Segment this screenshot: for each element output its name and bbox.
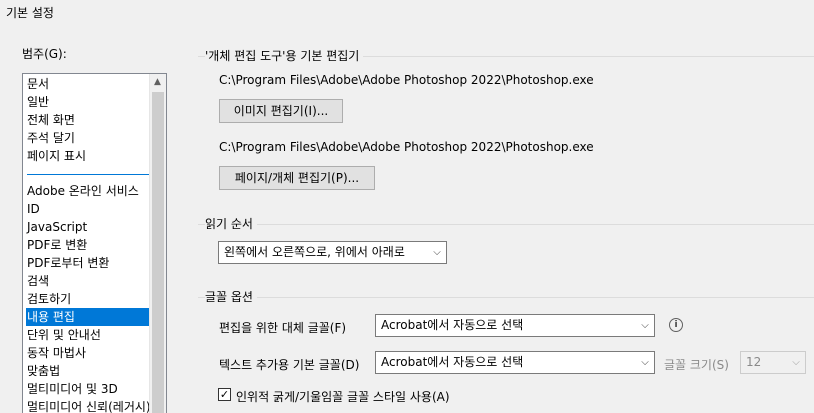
category-item[interactable]: JavaScript <box>26 218 164 236</box>
page-object-editor-button[interactable]: 페이지/개체 편집기(P)... <box>219 166 375 190</box>
category-item[interactable]: 멀티미디어 및 3D <box>26 380 164 398</box>
chevron-down-icon: ⌵ <box>433 247 441 258</box>
category-item[interactable]: 주석 달기 <box>26 129 164 147</box>
category-item[interactable]: 페이지 표시 <box>26 147 164 165</box>
font-size-select[interactable]: 12 ⌵ <box>740 351 806 374</box>
category-item[interactable]: Adobe 온라인 서비스 <box>26 182 164 200</box>
reading-group-title: 읽기 순서 <box>205 215 257 232</box>
editors-group-title: '개체 편집 도구'용 기본 편집기 <box>205 47 364 64</box>
category-item[interactable]: PDF로부터 변환 <box>26 254 164 272</box>
reading-order-value: 왼쪽에서 오른쪽으로, 위에서 아래로 <box>224 245 405 259</box>
image-editor-path: C:\Program Files\Adobe\Adobe Photoshop 2… <box>219 73 594 87</box>
category-item[interactable]: PDF로 변환 <box>26 236 164 254</box>
chevron-down-icon: ⌵ <box>641 357 649 368</box>
fallback-font-select[interactable]: Acrobat에서 자동으로 선택 ⌵ <box>375 314 655 337</box>
default-font-label: 텍스트 추가용 기본 글꼴(D) <box>219 358 360 372</box>
font-size-label: 글꼴 크기(S) <box>664 358 729 372</box>
reading-group-frame <box>198 224 814 225</box>
page-editor-path: C:\Program Files\Adobe\Adobe Photoshop 2… <box>219 140 594 154</box>
scroll-thumb[interactable] <box>152 92 164 413</box>
reading-order-select[interactable]: 왼쪽에서 오른쪽으로, 위에서 아래로 ⌵ <box>218 241 447 264</box>
faux-style-checkbox[interactable]: ✓ <box>218 388 231 401</box>
chevron-down-icon: ⌵ <box>792 357 800 368</box>
fallback-font-value: Acrobat에서 자동으로 선택 <box>381 318 524 332</box>
fallback-font-label: 편집을 위한 대체 글꼴(F) <box>219 321 347 335</box>
category-item[interactable]: 전체 화면 <box>26 111 164 129</box>
category-item[interactable]: 내용 편집 <box>26 308 164 326</box>
default-font-value: Acrobat에서 자동으로 선택 <box>381 355 524 369</box>
category-label: 범주(G): <box>22 47 67 61</box>
category-separator <box>27 174 160 175</box>
chevron-down-icon: ⌵ <box>641 320 649 331</box>
font-size-value: 12 <box>746 355 762 369</box>
scroll-up-arrow-icon[interactable]: ▲ <box>149 74 166 91</box>
category-item[interactable]: 문서 <box>26 75 164 93</box>
category-item[interactable]: 검토하기 <box>26 290 164 308</box>
category-item[interactable]: 동작 마법사 <box>26 344 164 362</box>
default-font-select[interactable]: Acrobat에서 자동으로 선택 ⌵ <box>375 351 655 374</box>
category-item[interactable]: 일반 <box>26 93 164 111</box>
font-group-title: 글꼴 옵션 <box>205 288 257 305</box>
category-item[interactable]: ID <box>26 200 164 218</box>
font-group-frame <box>198 297 814 298</box>
info-icon[interactable]: i <box>669 318 683 332</box>
category-item[interactable]: 맞춤법 <box>26 362 164 380</box>
window-title: 기본 설정 <box>6 6 54 20</box>
checkmark-icon: ✓ <box>219 388 230 401</box>
image-editor-button[interactable]: 이미지 편집기(I)... <box>219 99 343 123</box>
category-item[interactable]: 단위 및 안내선 <box>26 326 164 344</box>
category-list[interactable]: 문서 일반 전체 화면 주석 달기 페이지 표시 Adobe 온라인 서비스 ID JavaS… <box>22 73 167 413</box>
category-item[interactable]: 멀티미디어 신뢰(레거시) <box>26 398 164 413</box>
faux-style-label: 인위적 굵게/기울임꼴 글꼴 스타일 사용(A) <box>236 390 450 404</box>
category-item[interactable]: 검색 <box>26 272 164 290</box>
category-scrollbar[interactable]: ▲ <box>149 74 166 413</box>
